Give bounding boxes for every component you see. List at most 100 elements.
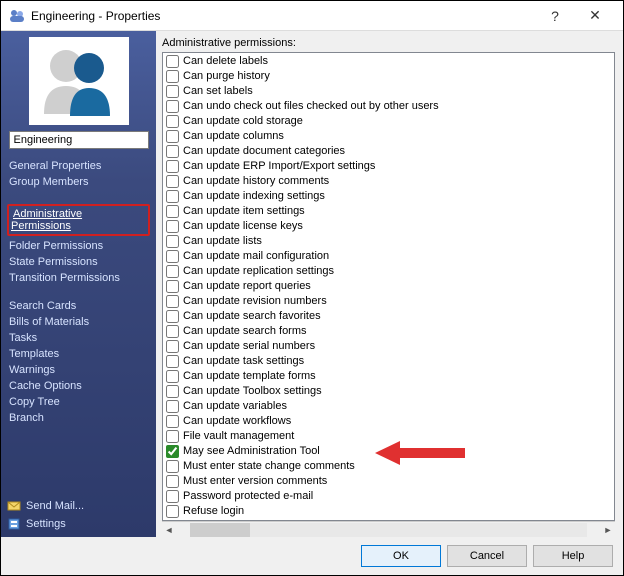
permission-checkbox[interactable] xyxy=(166,55,179,68)
permission-row[interactable]: Must enter version comments xyxy=(165,474,612,489)
permission-row[interactable]: Can update ERP Import/Export settings xyxy=(165,159,612,174)
permission-row[interactable]: Can update replication settings xyxy=(165,264,612,279)
permission-row[interactable]: Can set labels xyxy=(165,84,612,99)
permission-checkbox[interactable] xyxy=(166,490,179,503)
nav-warnings[interactable]: Warnings xyxy=(7,363,150,377)
permission-checkbox[interactable] xyxy=(166,280,179,293)
permission-checkbox[interactable] xyxy=(166,295,179,308)
permission-checkbox[interactable] xyxy=(166,355,179,368)
permission-row[interactable]: Can update task settings xyxy=(165,354,612,369)
permission-checkbox[interactable] xyxy=(166,415,179,428)
permission-checkbox[interactable] xyxy=(166,145,179,158)
permission-label: Can undo check out files checked out by … xyxy=(183,99,439,114)
settings-label: Settings xyxy=(26,518,66,530)
permission-checkbox[interactable] xyxy=(166,190,179,203)
permission-checkbox[interactable] xyxy=(166,175,179,188)
nav-search-cards[interactable]: Search Cards xyxy=(7,299,150,313)
permission-row[interactable]: May see Administration Tool xyxy=(165,444,612,459)
permission-checkbox[interactable] xyxy=(166,100,179,113)
nav-copy-tree[interactable]: Copy Tree xyxy=(7,395,150,409)
permission-checkbox[interactable] xyxy=(166,115,179,128)
nav-group-members[interactable]: Group Members xyxy=(7,175,150,189)
nav-templates[interactable]: Templates xyxy=(7,347,150,361)
sidebar: General Properties Group Members Adminis… xyxy=(1,31,156,537)
permission-row[interactable]: Can update item settings xyxy=(165,204,612,219)
permission-checkbox[interactable] xyxy=(166,220,179,233)
permission-label: Can update columns xyxy=(183,129,284,144)
group-icon xyxy=(9,8,25,24)
nav-administrative-permissions[interactable]: Administrative Permissions xyxy=(11,207,82,233)
permission-checkbox[interactable] xyxy=(166,460,179,473)
permission-checkbox[interactable] xyxy=(166,385,179,398)
permission-checkbox[interactable] xyxy=(166,205,179,218)
permission-checkbox[interactable] xyxy=(166,85,179,98)
permission-row[interactable]: Can update indexing settings xyxy=(165,189,612,204)
permission-row[interactable]: Refuse login xyxy=(165,504,612,519)
permission-checkbox[interactable] xyxy=(166,475,179,488)
permission-row[interactable]: Can update document categories xyxy=(165,144,612,159)
horizontal-scrollbar[interactable]: ◄ ► xyxy=(162,521,615,537)
nav-state-permissions[interactable]: State Permissions xyxy=(7,255,150,269)
permission-row[interactable]: Can update variables xyxy=(165,399,612,414)
permission-label: Can update search favorites xyxy=(183,309,321,324)
permission-row[interactable]: Can update report queries xyxy=(165,279,612,294)
settings-link[interactable]: Settings xyxy=(7,515,150,533)
permission-row[interactable]: Can update lists xyxy=(165,234,612,249)
permission-row[interactable]: Can update history comments xyxy=(165,174,612,189)
cancel-button[interactable]: Cancel xyxy=(447,545,527,567)
group-name-input[interactable] xyxy=(9,131,149,149)
permission-checkbox[interactable] xyxy=(166,310,179,323)
permission-row[interactable]: Can update template forms xyxy=(165,369,612,384)
scroll-right-icon[interactable]: ► xyxy=(601,523,615,537)
permission-row[interactable]: Can update workflows xyxy=(165,414,612,429)
permission-checkbox[interactable] xyxy=(166,250,179,263)
scroll-left-icon[interactable]: ◄ xyxy=(162,523,176,537)
permission-checkbox[interactable] xyxy=(166,430,179,443)
permission-row[interactable]: Can update Toolbox settings xyxy=(165,384,612,399)
permission-checkbox[interactable] xyxy=(166,235,179,248)
permission-row[interactable]: Password protected e-mail xyxy=(165,489,612,504)
permission-row[interactable]: Can update mail configuration xyxy=(165,249,612,264)
permission-row[interactable]: Can purge history xyxy=(165,69,612,84)
nav-folder-permissions[interactable]: Folder Permissions xyxy=(7,239,150,253)
nav-transition-permissions[interactable]: Transition Permissions xyxy=(7,271,150,285)
permission-checkbox[interactable] xyxy=(166,505,179,518)
permission-checkbox[interactable] xyxy=(166,265,179,278)
permission-checkbox[interactable] xyxy=(166,70,179,83)
help-button-footer[interactable]: Help xyxy=(533,545,613,567)
permission-label: File vault management xyxy=(183,429,294,444)
nav-branch[interactable]: Branch xyxy=(7,411,150,425)
permission-checkbox[interactable] xyxy=(166,160,179,173)
permission-label: Must enter state change comments xyxy=(183,459,355,474)
permissions-list[interactable]: Can delete labelsCan purge historyCan se… xyxy=(162,52,615,521)
permission-checkbox[interactable] xyxy=(166,370,179,383)
send-mail-label: Send Mail... xyxy=(26,500,84,512)
permission-row[interactable]: Can update license keys xyxy=(165,219,612,234)
permission-row[interactable]: Can update serial numbers xyxy=(165,339,612,354)
permission-checkbox[interactable] xyxy=(166,325,179,338)
ok-button[interactable]: OK xyxy=(361,545,441,567)
permission-row[interactable]: Can update search forms xyxy=(165,324,612,339)
titlebar: Engineering - Properties ? ✕ xyxy=(1,1,623,31)
permission-row[interactable]: Can update search favorites xyxy=(165,309,612,324)
permission-label: Can update license keys xyxy=(183,219,303,234)
nav-general-properties[interactable]: General Properties xyxy=(7,159,150,173)
properties-dialog: Engineering - Properties ? ✕ General Pro… xyxy=(0,0,624,576)
permission-label: Can update document categories xyxy=(183,144,345,159)
nav-tasks[interactable]: Tasks xyxy=(7,331,150,345)
nav-cache-options[interactable]: Cache Options xyxy=(7,379,150,393)
help-button[interactable]: ? xyxy=(535,2,575,30)
nav-bills-of-materials[interactable]: Bills of Materials xyxy=(7,315,150,329)
permission-checkbox[interactable] xyxy=(166,445,179,458)
permission-row[interactable]: Can update columns xyxy=(165,129,612,144)
permission-row[interactable]: Can update cold storage xyxy=(165,114,612,129)
permission-label: Can update Toolbox settings xyxy=(183,384,322,399)
permission-row[interactable]: Can undo check out files checked out by … xyxy=(165,99,612,114)
close-button[interactable]: ✕ xyxy=(575,2,615,30)
permission-checkbox[interactable] xyxy=(166,400,179,413)
permission-checkbox[interactable] xyxy=(166,340,179,353)
send-mail-link[interactable]: Send Mail... xyxy=(7,497,150,515)
permission-row[interactable]: Can delete labels xyxy=(165,54,612,69)
permission-checkbox[interactable] xyxy=(166,130,179,143)
permission-row[interactable]: Can update revision numbers xyxy=(165,294,612,309)
